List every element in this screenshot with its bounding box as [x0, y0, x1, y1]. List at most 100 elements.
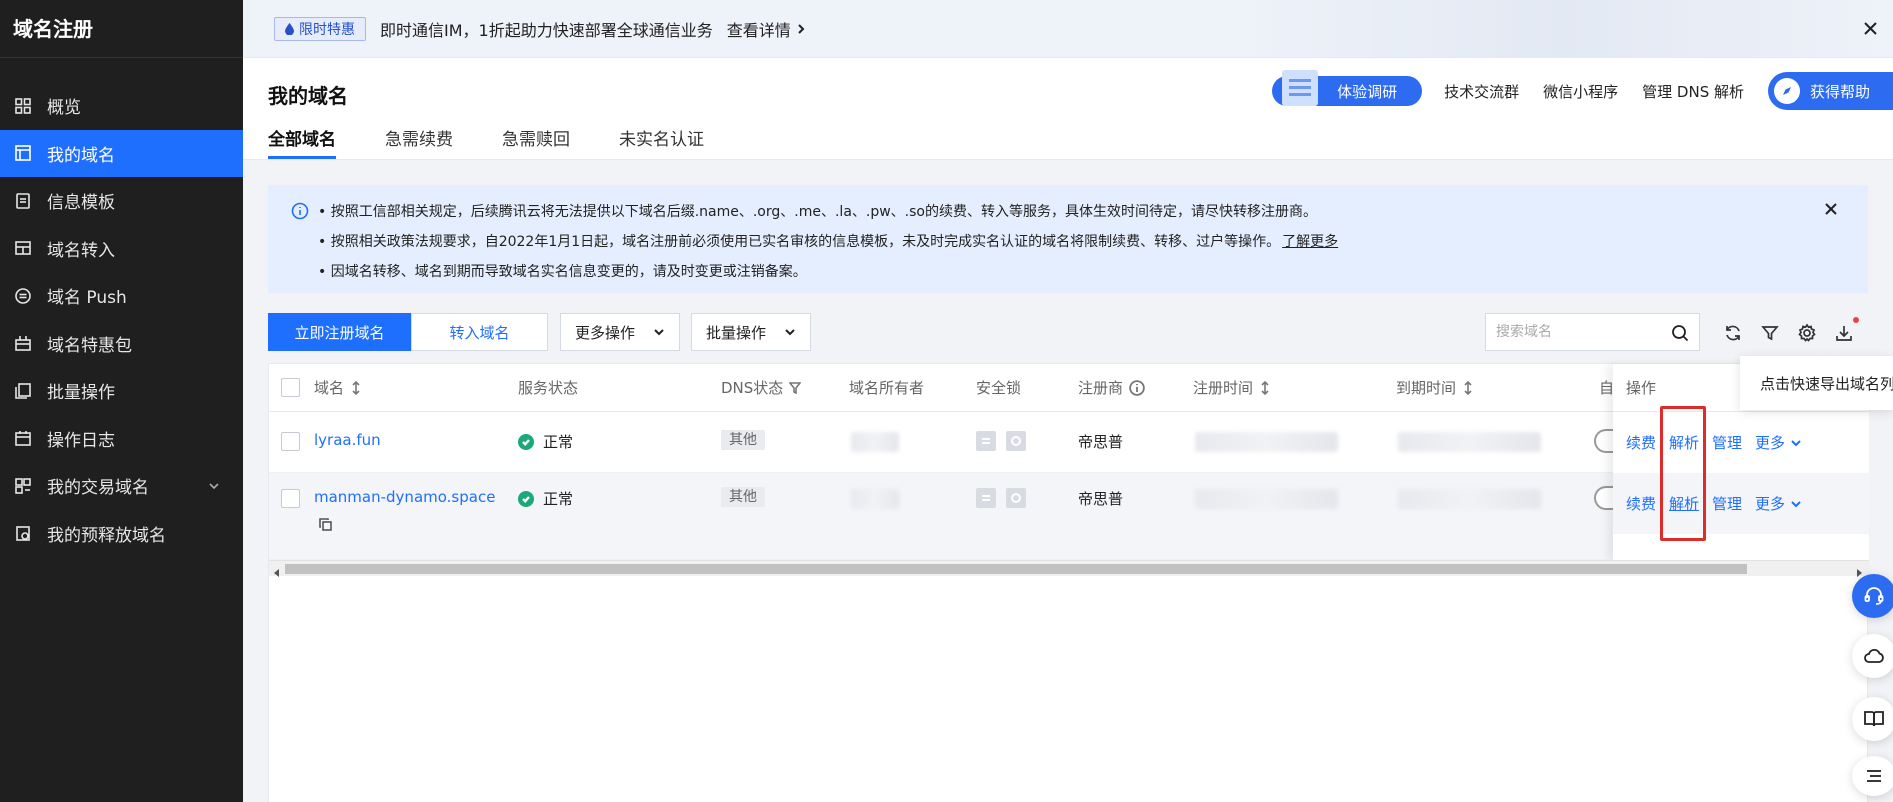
chevron-down-icon	[785, 329, 795, 336]
manage-link[interactable]: 管理	[1712, 432, 1742, 453]
wechat-miniprogram-link[interactable]: 微信小程序	[1543, 81, 1618, 102]
scroll-right-icon[interactable]	[1854, 564, 1864, 577]
register-time-redacted	[1195, 489, 1338, 509]
tab-urgent-renew[interactable]: 急需续费	[385, 125, 453, 159]
col-expire-time[interactable]: 到期时间	[1396, 364, 1474, 412]
sync-icon[interactable]	[1006, 488, 1026, 508]
sidebar-item-logs[interactable]: 操作日志	[0, 415, 243, 463]
col-security-lock: 安全锁	[976, 379, 1022, 397]
sidebar-item-label: 我的域名	[47, 145, 115, 166]
grid-icon	[13, 96, 33, 116]
domain-link[interactable]: manman-dynamo.space	[314, 488, 495, 506]
col-register-time[interactable]: 注册时间	[1193, 364, 1271, 412]
list-button[interactable]	[1852, 756, 1893, 796]
register-time-redacted	[1195, 432, 1338, 452]
sidebar-item-label: 批量操作	[47, 383, 115, 404]
batch-operations-dropdown[interactable]: 批量操作	[691, 313, 811, 351]
search-icon[interactable]	[1671, 324, 1689, 342]
gear-icon[interactable]	[1797, 323, 1817, 343]
promo-text: 即时通信IM，1折起助力快速部署全球通信业务	[380, 20, 713, 40]
chevron-down-icon	[1791, 500, 1801, 507]
survey-button[interactable]: 体验调研	[1272, 70, 1423, 106]
filter-icon[interactable]	[1760, 323, 1780, 343]
chevron-down-icon	[654, 329, 664, 336]
service-status: 正常	[518, 488, 573, 509]
more-dropdown[interactable]: 更多	[1755, 432, 1802, 453]
refresh-icon[interactable]	[1723, 323, 1743, 343]
drop-icon	[285, 22, 294, 35]
sync-icon[interactable]	[1006, 431, 1026, 451]
sidebar-item-push[interactable]: 域名 Push	[0, 272, 243, 320]
sidebar-item-label: 概览	[47, 98, 81, 119]
main-area: 限时特惠 即时通信IM，1折起助力快速部署全球通信业务 查看详情 我的域名 全部…	[243, 0, 1893, 802]
chevron-down-icon	[207, 478, 221, 492]
get-help-button[interactable]: 获得帮助	[1768, 72, 1893, 110]
renew-link[interactable]: 续费	[1626, 493, 1656, 514]
col-auto-renew: 自	[1599, 379, 1615, 397]
ops-row: 续费 解析 管理 更多	[1613, 473, 1869, 534]
copy-icon[interactable]	[319, 517, 332, 531]
sort-icon	[1261, 381, 1269, 395]
toolbar: 立即注册域名 转入域名 更多操作 批量操作	[268, 313, 1868, 353]
registrar: 帝思普	[1078, 433, 1124, 451]
domain-tabs: 全部域名 急需续费 急需赎回 未实名认证	[268, 125, 753, 159]
sidebar-item-overview[interactable]: 概览	[0, 82, 243, 130]
domain-link[interactable]: lyraa.fun	[314, 431, 381, 449]
tab-all-domains[interactable]: 全部域名	[268, 125, 336, 159]
sidebar-item-templates[interactable]: 信息模板	[0, 177, 243, 225]
trade-icon	[13, 476, 33, 496]
compass-icon	[1774, 78, 1800, 104]
search-input[interactable]	[1496, 324, 1656, 340]
select-all-checkbox[interactable]	[281, 378, 300, 397]
chevron-down-icon	[1791, 439, 1801, 446]
horizontal-scrollbar[interactable]	[269, 560, 1869, 577]
sidebar-item-transfer-in[interactable]: 域名转入	[0, 225, 243, 273]
promo-details-label: 查看详情	[726, 20, 791, 40]
more-label: 更多	[1755, 434, 1786, 452]
tech-group-link[interactable]: 技术交流群	[1444, 81, 1519, 102]
lock-icon[interactable]	[976, 431, 996, 451]
sidebar-item-label: 我的预释放域名	[47, 525, 166, 546]
filter-icon	[789, 382, 802, 395]
ops-row: 续费 解析 管理 更多	[1613, 412, 1869, 473]
service-status: 正常	[518, 431, 573, 452]
transfer-domain-button[interactable]: 转入域名	[411, 313, 548, 351]
gift-icon	[13, 333, 33, 353]
more-label: 更多	[1755, 495, 1786, 513]
download-icon[interactable]	[1834, 323, 1854, 343]
scrollbar-thumb[interactable]	[285, 564, 1747, 574]
cloud-button[interactable]	[1852, 634, 1893, 678]
sidebar-item-label: 我的交易域名	[47, 478, 149, 499]
sidebar: 域名注册 概览 我的域名 信息模板 域名转入 域名 Push 域名特惠包 批量操…	[0, 0, 243, 802]
col-dns-status[interactable]: DNS状态	[721, 364, 802, 412]
promo-details-link[interactable]: 查看详情	[727, 17, 807, 41]
tab-unverified[interactable]: 未实名认证	[619, 125, 704, 159]
close-notice-icon[interactable]	[1824, 202, 1840, 218]
sort-icon	[1464, 381, 1472, 395]
renew-link[interactable]: 续费	[1626, 432, 1656, 453]
scroll-left-icon[interactable]	[272, 564, 282, 577]
lock-icon[interactable]	[976, 488, 996, 508]
registrar: 帝思普	[1078, 490, 1124, 508]
sidebar-item-batch[interactable]: 批量操作	[0, 367, 243, 415]
manage-dns-link[interactable]: 管理 DNS 解析	[1642, 81, 1744, 102]
row-checkbox[interactable]	[281, 432, 300, 451]
register-domain-button[interactable]: 立即注册域名	[268, 313, 411, 351]
manage-link[interactable]: 管理	[1712, 493, 1742, 514]
browser-icon	[13, 143, 33, 163]
col-domain[interactable]: 域名	[314, 364, 362, 412]
row-checkbox[interactable]	[281, 489, 300, 508]
col-owner: 域名所有者	[849, 379, 925, 397]
close-banner-icon[interactable]	[1862, 20, 1879, 37]
learn-more-link[interactable]: 了解更多	[1282, 234, 1338, 250]
sidebar-item-pre-release[interactable]: 我的预释放域名	[0, 510, 243, 558]
more-operations-dropdown[interactable]: 更多操作	[560, 313, 680, 351]
sidebar-item-my-domains[interactable]: 我的域名	[0, 129, 243, 177]
more-dropdown[interactable]: 更多	[1755, 493, 1802, 514]
support-button[interactable]	[1852, 574, 1893, 618]
page-header: 我的域名 全部域名 急需续费 急需赎回 未实名认证 体验调研 技术交流群 微信小…	[243, 58, 1893, 160]
sidebar-item-trade[interactable]: 我的交易域名	[0, 462, 243, 510]
sidebar-item-deals[interactable]: 域名特惠包	[0, 320, 243, 368]
docs-button[interactable]	[1852, 697, 1893, 741]
tab-urgent-redeem[interactable]: 急需赎回	[502, 125, 570, 159]
